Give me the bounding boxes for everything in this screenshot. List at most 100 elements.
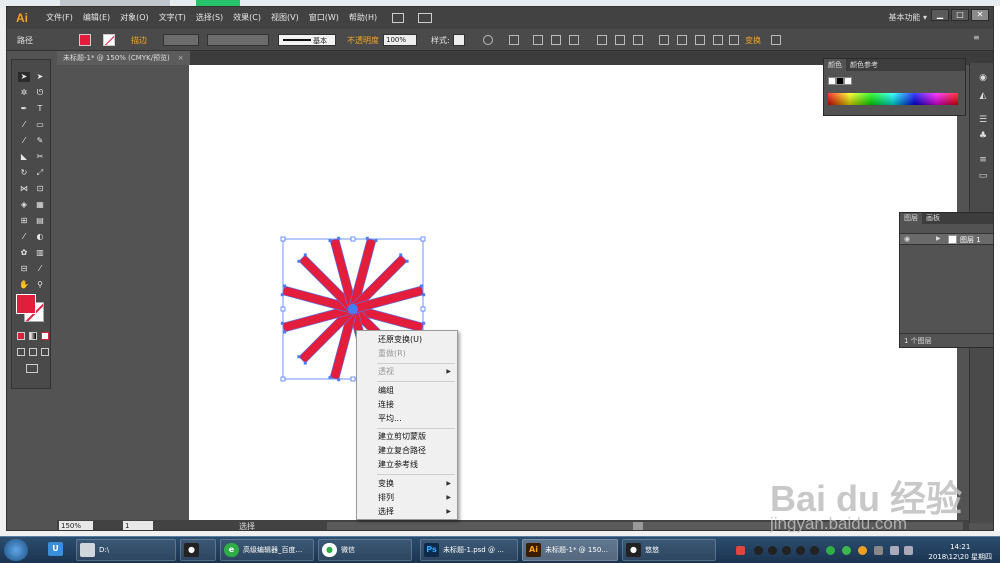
distribute-top-icon[interactable] xyxy=(659,35,669,45)
menu-item-arrange[interactable]: 排列 ▶ xyxy=(357,491,457,504)
isolate-icon[interactable] xyxy=(771,35,781,45)
symbol-sprayer-tool-icon[interactable]: ✿ xyxy=(18,248,30,258)
menu-type[interactable]: 文字(T) xyxy=(154,7,191,29)
align-top-icon[interactable] xyxy=(597,35,607,45)
taskbar-clock[interactable]: 14:21 2018\12\20 星期四 xyxy=(928,542,992,562)
scroll-thumb[interactable] xyxy=(633,522,643,530)
type-tool-icon[interactable]: T xyxy=(34,104,46,114)
menu-item-make-guides[interactable]: 建立参考线 xyxy=(357,458,457,471)
taskbar-item-qq[interactable]: ● xyxy=(180,539,216,561)
tray-app-icon[interactable] xyxy=(858,546,867,555)
distribute-right-icon[interactable] xyxy=(729,35,739,45)
distribute-left-icon[interactable] xyxy=(695,35,705,45)
transform-label[interactable]: 变换 xyxy=(745,35,761,46)
menu-effect[interactable]: 效果(C) xyxy=(228,7,266,29)
mesh-tool-icon[interactable]: ⊞ xyxy=(18,216,30,226)
network-icon[interactable] xyxy=(890,546,899,555)
distribute-hcenter-icon[interactable] xyxy=(713,35,723,45)
bridge-icon[interactable] xyxy=(392,13,405,23)
menu-item-perspective[interactable]: 透视 ▶ xyxy=(357,365,457,378)
maximize-button[interactable]: □ xyxy=(951,9,969,21)
menu-item-select[interactable]: 选择 ▶ xyxy=(357,505,457,518)
align-bottom-icon[interactable] xyxy=(633,35,643,45)
starburst-artwork[interactable] xyxy=(57,65,957,520)
gradient-tool-icon[interactable]: ▤ xyxy=(34,216,46,226)
gradient-panel-icon[interactable]: ▭ xyxy=(976,171,990,181)
pencil-tool-icon[interactable]: ✎ xyxy=(34,136,46,146)
align-middle-icon[interactable] xyxy=(615,35,625,45)
stroke-swatch[interactable] xyxy=(103,34,115,46)
status-mode[interactable]: 选择 xyxy=(239,521,255,530)
none-mode-icon[interactable] xyxy=(41,332,49,340)
taskbar-item-illustrator[interactable]: Ai 未标题-1* @ 150... xyxy=(522,539,618,561)
volume-icon[interactable] xyxy=(904,546,913,555)
tray-qq-icon[interactable] xyxy=(782,546,791,555)
align-to-icon[interactable] xyxy=(509,35,519,45)
eyedropper-tool-icon[interactable]: ⁄ xyxy=(18,232,30,242)
menu-item-undo-transform[interactable]: 还原变换(U) xyxy=(357,333,457,346)
taskbar-item-wechat[interactable]: ● 微信 xyxy=(318,539,412,561)
tray-flag-icon[interactable] xyxy=(874,546,883,555)
tab-close-icon[interactable]: × xyxy=(178,54,184,62)
arrange-documents-icon[interactable] xyxy=(418,13,433,23)
menu-edit[interactable]: 编辑(E) xyxy=(78,7,115,29)
brush-definition-field[interactable]: 基本 xyxy=(278,34,336,46)
menu-item-join[interactable]: 连接 xyxy=(357,398,457,411)
menu-item-make-clipping-mask[interactable]: 建立剪切蒙版 xyxy=(357,430,457,443)
style-swatch[interactable] xyxy=(453,34,465,46)
resize-handle[interactable] xyxy=(280,376,286,382)
tab-artboards[interactable]: 画板 xyxy=(922,213,944,224)
tab-layers[interactable]: 图层 xyxy=(900,213,922,224)
artboard-tool-icon[interactable]: ⊟ xyxy=(18,264,30,274)
shape-builder-tool-icon[interactable]: ◈ xyxy=(18,200,30,210)
tray-qq-icon[interactable] xyxy=(796,546,805,555)
rectangle-tool-icon[interactable]: ▭ xyxy=(34,120,46,130)
color-spectrum[interactable] xyxy=(828,93,958,105)
taskbar-item-qq-chat[interactable]: ● 悠悠 xyxy=(622,539,716,561)
close-button[interactable]: ✕ xyxy=(971,9,989,21)
workspace-switcher[interactable]: 基本功能 ▾ xyxy=(888,12,927,23)
tray-qq-icon[interactable] xyxy=(768,546,777,555)
layer-row[interactable]: ◉ ▶ 图层 1 xyxy=(900,233,993,245)
symbols-icon[interactable]: ♣ xyxy=(976,131,990,141)
draw-normal-icon[interactable] xyxy=(17,348,25,356)
column-graph-tool-icon[interactable]: ▥ xyxy=(34,248,46,258)
line-tool-icon[interactable]: ⁄ xyxy=(18,120,30,130)
paintbrush-tool-icon[interactable]: ⁄ xyxy=(18,136,30,146)
tray-qq-icon[interactable] xyxy=(754,546,763,555)
opacity-label[interactable]: 不透明度 xyxy=(347,35,379,46)
hand-tool-icon[interactable]: ✋ xyxy=(18,280,30,290)
stroke-panel-icon[interactable]: ≡ xyxy=(976,155,990,165)
stroke-label[interactable]: 描边 xyxy=(131,35,147,46)
tray-app-icon[interactable] xyxy=(736,546,745,555)
menu-item-transform[interactable]: 变换 ▶ xyxy=(357,477,457,490)
draw-behind-icon[interactable] xyxy=(29,348,37,356)
tray-security-icon[interactable] xyxy=(826,546,835,555)
tab-color-guide[interactable]: 颜色参考 xyxy=(846,60,882,70)
tab-color[interactable]: 颜色 xyxy=(824,59,846,71)
appearance-icon[interactable]: ◉ xyxy=(976,73,990,83)
fill-color-icon[interactable] xyxy=(16,294,36,314)
stroke-weight-field[interactable] xyxy=(163,34,199,46)
distribute-center-icon[interactable] xyxy=(677,35,687,45)
brushes-icon[interactable]: ☰ xyxy=(976,115,990,125)
scale-tool-icon[interactable]: ⤢ xyxy=(34,168,46,178)
document-tab[interactable]: 未标题-1* @ 150% (CMYK/预览) × xyxy=(57,51,190,65)
draw-inside-icon[interactable] xyxy=(41,348,49,356)
blend-tool-icon[interactable]: ◐ xyxy=(34,232,46,242)
blob-brush-tool-icon[interactable]: ◣ xyxy=(18,152,30,162)
menu-window[interactable]: 窗口(W) xyxy=(304,7,344,29)
variable-width-field[interactable] xyxy=(207,34,269,46)
perspective-grid-tool-icon[interactable]: ▦ xyxy=(34,200,46,210)
width-tool-icon[interactable]: ⋈ xyxy=(18,184,30,194)
black-swatch[interactable] xyxy=(836,77,844,85)
resize-handle[interactable] xyxy=(280,236,286,242)
scissors-tool-icon[interactable]: ✂ xyxy=(34,152,46,162)
lasso-tool-icon[interactable]: ᘎ xyxy=(34,88,46,98)
menu-item-group[interactable]: 编组 xyxy=(357,384,457,397)
resize-handle[interactable] xyxy=(280,306,286,312)
tray-qq-icon[interactable] xyxy=(810,546,819,555)
opacity-field[interactable]: 100% xyxy=(383,34,417,46)
resize-handle[interactable] xyxy=(420,306,426,312)
minimize-button[interactable]: ▁ xyxy=(931,9,949,21)
